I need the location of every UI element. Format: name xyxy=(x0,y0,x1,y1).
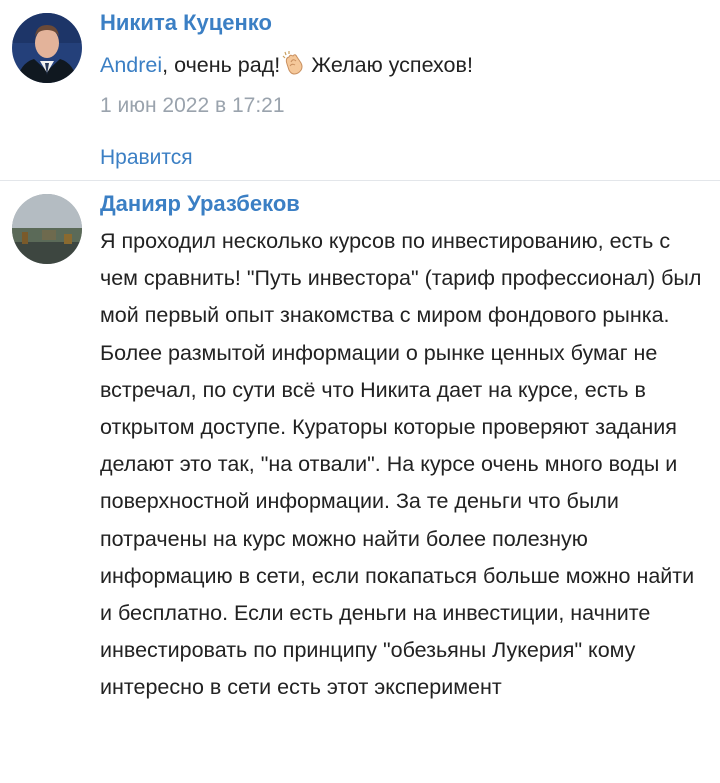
comment-item: Никита Куценко Andrei, очень рад! Желаю … xyxy=(0,0,720,181)
comment-text-part: Желаю успехов! xyxy=(311,53,473,77)
comment-text-part: , очень рад! xyxy=(162,53,281,77)
avatar[interactable] xyxy=(12,13,82,83)
comment-body: Никита Куценко Andrei, очень рад! Желаю … xyxy=(100,8,712,173)
comment-item: Данияр Уразбеков Я проходил несколько ку… xyxy=(0,181,720,783)
author-name[interactable]: Никита Куценко xyxy=(100,8,712,38)
comment-date[interactable]: 1 июн 2022 в 17:21 xyxy=(100,91,712,121)
like-button[interactable]: Нравится xyxy=(100,143,193,173)
clapping-hands-icon xyxy=(281,50,307,88)
avatar[interactable] xyxy=(12,194,82,264)
author-name[interactable]: Данияр Уразбеков xyxy=(100,189,712,219)
comment-body: Данияр Уразбеков Я проходил несколько ку… xyxy=(100,189,712,707)
mention-link[interactable]: Andrei xyxy=(100,53,162,77)
comment-text: Я проходил несколько курсов по инвестиро… xyxy=(100,229,702,700)
comment-text: Andrei, очень рад! Желаю успехов! xyxy=(100,47,712,88)
